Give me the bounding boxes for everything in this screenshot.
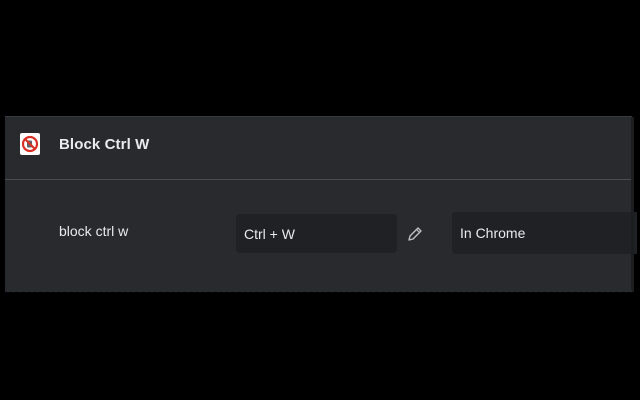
card-header: Block Ctrl W [5,117,632,180]
extension-name: Block Ctrl W [59,136,150,153]
screenshot-stage: Block Ctrl W block ctrl w Ctrl + W In Ch… [0,0,640,400]
shortcut-value: Ctrl + W [244,225,295,242]
shortcut-input[interactable]: Ctrl + W [236,214,397,253]
shortcut-action-label: block ctrl w [59,223,129,239]
edit-shortcut-button[interactable] [403,222,427,246]
shortcut-row: block ctrl w Ctrl + W In Chrome [5,180,637,292]
extension-icon [20,133,40,155]
pencil-icon [408,227,422,241]
torn-edge [5,290,632,296]
no-symbol-icon [21,135,39,153]
panel-edge [631,117,634,292]
extension-shortcut-card: Block Ctrl W block ctrl w Ctrl + W In Ch… [5,116,637,296]
shortcut-scope-select[interactable]: In Chrome [452,212,637,254]
scope-selected-value: In Chrome [460,225,526,241]
